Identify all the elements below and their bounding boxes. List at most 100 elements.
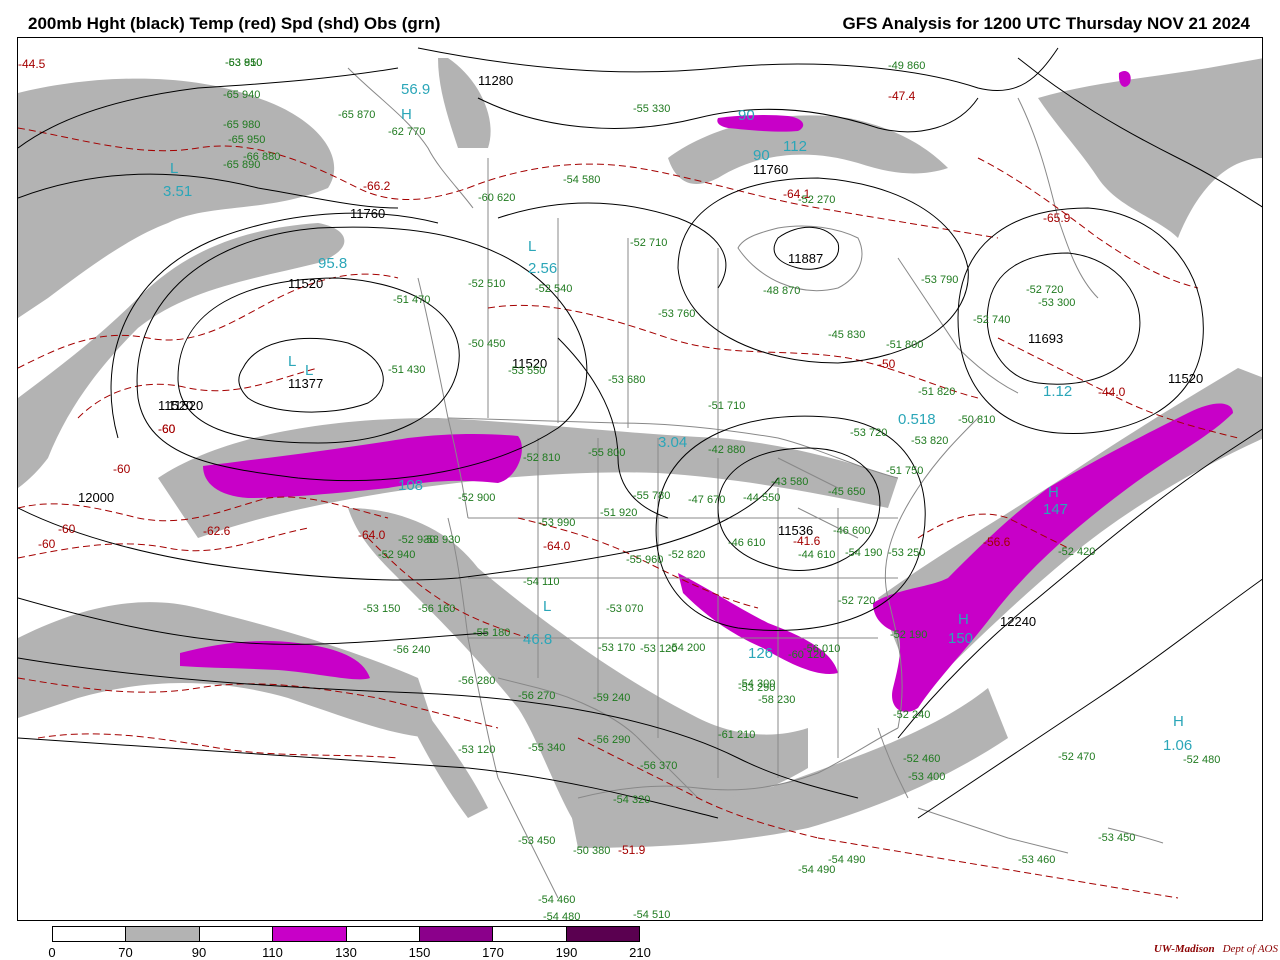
speed-center-label: 1.06 [1163,737,1192,754]
height-contour-label: 11520 [158,398,193,413]
temperature-label: -62.6 [203,524,231,538]
station-observation: -52 720 [838,595,875,607]
map-canvas: 1128011520115201176011760115201152011520… [18,47,1262,921]
speed-center-label: H [1173,713,1184,730]
speed-center-label: L [305,362,313,379]
temperature-label: -60 [158,422,176,436]
station-observation: -53 120 [458,744,495,756]
height-contour-label: 12240 [1000,614,1036,629]
temperature-label: -64.0 [358,528,386,542]
height-contour-label: 11693 [1028,331,1063,346]
speed-center-label: 112 [783,138,807,155]
speed-center-label: 3.51 [163,183,192,200]
credit-dept: Dept of AOS [1222,943,1278,955]
station-observation: -53 760 [658,308,695,320]
temperature-label: -56.6 [983,535,1011,549]
temperature-label: -50 [878,357,896,371]
speed-center-label: 56.9 [401,81,430,98]
speed-center-label: H [958,611,969,628]
station-observation: -53 170 [598,642,635,654]
legend-tick-label: 170 [482,945,504,960]
station-observation: -65 870 [338,109,375,121]
station-observation: -53 150 [363,603,400,615]
legend-swatch-6 [493,927,567,941]
station-observation: -52 540 [535,283,572,295]
station-observation: -53 990 [538,517,575,529]
station-observation: -65 950 [228,134,265,146]
station-observation: -56 270 [518,690,555,702]
station-observation: -55 800 [588,447,625,459]
speed-center-label: 126 [748,645,773,662]
temperature-label: -44.5 [18,57,46,71]
credit-org: UW-Madison [1153,943,1215,955]
station-observation: -55 960 [626,554,663,566]
gray-jet-north-atlantic [1038,58,1262,238]
station-observation: -50 380 [573,845,610,857]
legend-swatch-3 [273,927,347,941]
temperature-label: -65.9 [1043,211,1071,225]
station-observation: -46 610 [728,537,765,549]
temperature-label: -60 [113,462,131,476]
map-title: 200mb Hght (black) Temp (red) Spd (shd) … [28,14,441,33]
height-contour-label: 11520 [1168,371,1203,386]
speed-center-label: 90 [738,107,755,124]
temp-contour-8 [467,163,999,239]
legend-swatch-5 [419,927,494,941]
station-observation: -55 180 [473,627,510,639]
legend-tick-label: 150 [408,945,431,960]
station-observation: -52 810 [523,452,560,464]
speed-center-label: L [288,353,296,370]
station-observation: -43 580 [771,476,808,488]
station-observation: -42 880 [708,444,745,456]
speed-center-label: 3.04 [658,434,687,451]
station-observation: -53 120 [640,643,677,655]
station-observation: -52 820 [668,549,705,561]
station-observation: -45 830 [828,329,865,341]
legend-swatch-7 [566,927,639,941]
station-observation: -51 710 [708,400,745,412]
speed-center-label: H [401,106,412,123]
station-observation: -52 510 [468,278,505,290]
temperature-label: -44.0 [1098,385,1126,399]
station-observation: -53 790 [921,274,958,286]
station-observation: -56 240 [393,644,430,656]
temperature-label: -64.0 [543,539,571,553]
speed-center-label: 0.518 [898,411,936,428]
temperature-label: -60 [38,537,56,551]
speed-center-label: 95.8 [318,255,347,272]
station-observation: -54 510 [633,909,670,921]
height-contour-label: 11760 [753,162,788,177]
speed-center-label: L [528,238,536,255]
legend-swatch-0 [53,927,127,941]
station-observation: -53 930 [423,534,460,546]
coast-cuba [917,807,1069,854]
temp-contour-14 [817,837,1179,899]
station-observation: -53 250 [888,547,925,559]
temp-contour-7 [37,733,399,759]
station-observation: -51 800 [886,339,923,351]
station-observation: -52 270 [798,194,835,206]
height-contour-north [417,47,1059,92]
provincial-lines [487,158,719,438]
station-observation: -52 460 [903,753,940,765]
gray-jet-hudson [668,115,948,184]
speed-center-label: 108 [398,477,423,494]
speed-center-label: 90 [753,147,770,164]
station-observation: -48 870 [763,285,800,297]
analysis-timestamp: GFS Analysis for 1200 UTC Thursday NOV 2… [842,14,1250,33]
wind-speed-legend [52,926,640,942]
legend-tick-label: 190 [555,945,578,960]
station-observation: -52 470 [1058,751,1095,763]
station-observation: -44 550 [743,492,780,504]
weather-map: 11280 11520 11520 11760 11760 11520 11520 11520… [17,37,1263,921]
temperature-label: -41.6 [793,534,821,548]
station-observation: -51 430 [388,364,425,376]
speed-center-label: 46.8 [523,631,552,648]
gray-jet-alaska [438,58,491,148]
station-observation: -62 770 [388,126,425,138]
station-observation: -52 740 [973,314,1010,326]
height-contour-label: 11887 [788,251,823,266]
station-observation: -55 340 [528,742,565,754]
station-observation: -55 780 [633,490,670,502]
speed-center-label: L [543,598,551,615]
